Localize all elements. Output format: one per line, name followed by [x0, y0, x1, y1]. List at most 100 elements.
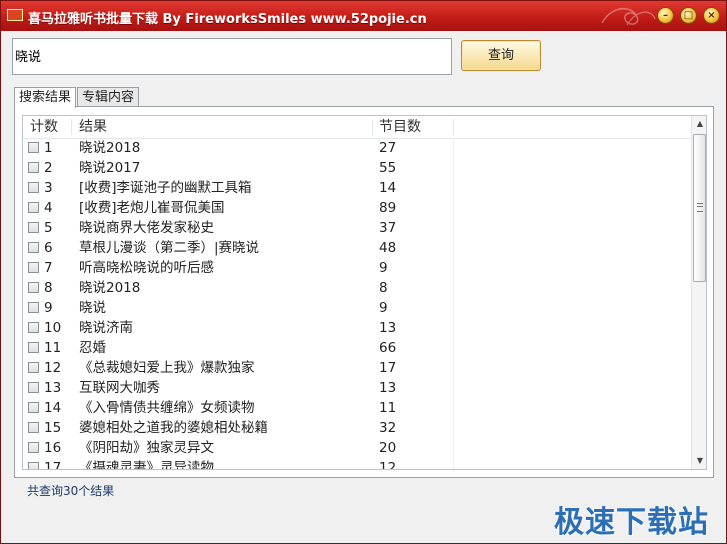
list-item[interactable]: 2 晓说2017 55	[23, 158, 691, 178]
row-number: 3	[44, 180, 53, 196]
row-number: 13	[44, 380, 62, 396]
row-checkbox[interactable]	[28, 142, 39, 153]
row-checkbox[interactable]	[28, 222, 39, 233]
row-title: 《摄魂灵妻》灵异读物	[79, 460, 214, 470]
site-watermark: 极速下载站	[554, 505, 709, 540]
row-grid-line	[453, 438, 454, 458]
row-checkbox[interactable]	[28, 442, 39, 453]
row-number: 7	[44, 260, 53, 276]
column-divider[interactable]	[71, 119, 72, 135]
list-item[interactable]: 9 晓说 9	[23, 298, 691, 318]
row-episode-count: 48	[379, 240, 397, 256]
row-number: 10	[44, 320, 62, 336]
row-checkbox[interactable]	[28, 322, 39, 333]
column-header-episodes[interactable]: 节目数	[379, 116, 421, 138]
scroll-down-icon[interactable]: ▼	[692, 453, 706, 469]
vertical-scrollbar[interactable]: ▲ ▼	[691, 116, 706, 469]
row-episode-count: 14	[379, 180, 397, 196]
row-checkbox[interactable]	[28, 282, 39, 293]
search-input[interactable]: 晓说	[12, 38, 452, 75]
list-item[interactable]: 4 [收费]老炮儿崔哥侃美国 89	[23, 198, 691, 218]
list-item[interactable]: 11 忍婚 66	[23, 338, 691, 358]
row-grid-line	[453, 378, 454, 398]
row-title: 晓说2018	[79, 280, 141, 296]
row-grid-line	[453, 138, 454, 158]
list-item[interactable]: 5 晓说商界大佬发家秘史 37	[23, 218, 691, 238]
results-list[interactable]: 计数 结果 节目数 1 晓说2018 27 2 晓说2017 55 3 [收费]李诞池子的幽默…	[22, 115, 707, 470]
list-item[interactable]: 16 《阴阳劫》独家灵异文 20	[23, 438, 691, 458]
row-checkbox[interactable]	[28, 182, 39, 193]
row-grid-line	[453, 458, 454, 469]
restore-button[interactable]: □	[680, 7, 697, 24]
list-item[interactable]: 17 《摄魂灵妻》灵异读物 12	[23, 458, 691, 470]
scroll-up-icon[interactable]: ▲	[692, 116, 706, 132]
column-header-count[interactable]: 计数	[30, 116, 58, 138]
row-grid-line	[453, 418, 454, 438]
row-number: 9	[44, 300, 53, 316]
row-title: [收费]老炮儿崔哥侃美国	[79, 200, 225, 216]
row-checkbox[interactable]	[28, 302, 39, 313]
row-episode-count: 27	[379, 140, 397, 156]
tab-album-content[interactable]: 专辑内容	[77, 87, 140, 107]
row-grid-line	[453, 398, 454, 418]
row-checkbox[interactable]	[28, 262, 39, 273]
row-number: 11	[44, 340, 62, 356]
row-checkbox[interactable]	[28, 422, 39, 433]
list-item[interactable]: 10 晓说济南 13	[23, 318, 691, 338]
close-button[interactable]: ×	[703, 7, 720, 24]
row-episode-count: 37	[379, 220, 397, 236]
row-title: 婆媳相处之道我的婆媳相处秘籍	[79, 420, 268, 436]
column-divider[interactable]	[372, 119, 373, 135]
column-header-result[interactable]: 结果	[79, 116, 107, 138]
list-item[interactable]: 7 听高晓松晓说的听后感 9	[23, 258, 691, 278]
list-rows: 1 晓说2018 27 2 晓说2017 55 3 [收费]李诞池子的幽默工具箱 14 4 [收费]…	[23, 138, 691, 470]
close-icon: ×	[707, 10, 716, 21]
row-grid-line	[453, 198, 454, 218]
row-checkbox[interactable]	[28, 362, 39, 373]
list-item[interactable]: 8 晓说2018 8	[23, 278, 691, 298]
row-grid-line	[453, 318, 454, 338]
list-item[interactable]: 13 互联网大咖秀 13	[23, 378, 691, 398]
title-bar[interactable]: 喜马拉雅听书批量下载 By FireworksSmiles www.52poji…	[1, 1, 726, 31]
row-title: 互联网大咖秀	[79, 380, 160, 396]
row-episode-count: 89	[379, 200, 397, 216]
column-divider[interactable]	[453, 119, 454, 135]
tab-panel: 计数 结果 节目数 1 晓说2018 27 2 晓说2017 55 3 [收费]李诞池子的幽默…	[14, 106, 714, 478]
row-grid-line	[453, 338, 454, 358]
list-item[interactable]: 1 晓说2018 27	[23, 138, 691, 158]
row-episode-count: 13	[379, 380, 397, 396]
row-episode-count: 9	[379, 260, 388, 276]
grip-icon	[697, 203, 703, 212]
row-checkbox[interactable]	[28, 462, 39, 469]
row-episode-count: 20	[379, 440, 397, 456]
row-number: 17	[44, 460, 62, 470]
row-number: 15	[44, 420, 62, 436]
minimize-icon: –	[663, 10, 668, 21]
row-grid-line	[453, 238, 454, 258]
list-item[interactable]: 15 婆媳相处之道我的婆媳相处秘籍 32	[23, 418, 691, 438]
row-grid-line	[453, 278, 454, 298]
row-checkbox[interactable]	[28, 202, 39, 213]
row-grid-line	[453, 178, 454, 198]
row-checkbox[interactable]	[28, 342, 39, 353]
row-title: 晓说商界大佬发家秘史	[79, 220, 214, 236]
list-item[interactable]: 12 《总裁媳妇爱上我》爆款独家 17	[23, 358, 691, 378]
row-episode-count: 32	[379, 420, 397, 436]
app-window: 喜马拉雅听书批量下载 By FireworksSmiles www.52poji…	[0, 0, 727, 544]
window-title: 喜马拉雅听书批量下载 By FireworksSmiles www.52poji…	[28, 12, 427, 27]
row-checkbox[interactable]	[28, 402, 39, 413]
row-checkbox[interactable]	[28, 382, 39, 393]
row-title: [收费]李诞池子的幽默工具箱	[79, 180, 252, 196]
list-item[interactable]: 6 草根儿漫谈（第二季）|赛晓说 48	[23, 238, 691, 258]
decorative-swirl-icon	[601, 8, 656, 26]
minimize-button[interactable]: –	[657, 7, 674, 24]
row-title: 晓说	[79, 300, 106, 316]
scroll-thumb[interactable]	[693, 134, 706, 282]
tab-search-results[interactable]: 搜索结果	[14, 87, 77, 108]
query-button[interactable]: 查询	[461, 40, 541, 71]
list-item[interactable]: 14 《入骨情债共缠绵》女频读物 11	[23, 398, 691, 418]
row-number: 2	[44, 160, 53, 176]
row-checkbox[interactable]	[28, 242, 39, 253]
list-item[interactable]: 3 [收费]李诞池子的幽默工具箱 14	[23, 178, 691, 198]
row-checkbox[interactable]	[28, 162, 39, 173]
